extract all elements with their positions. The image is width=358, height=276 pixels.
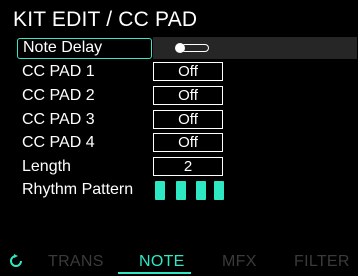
rhythm-step[interactable] [155,181,165,200]
cc-pad-4-value[interactable]: Off [153,133,223,152]
length-value[interactable]: 2 [153,157,223,176]
param-label: CC PAD 2 [22,87,95,104]
refresh-icon[interactable] [9,254,23,268]
cc-pad-3-value[interactable]: Off [153,110,223,129]
tab-mfx[interactable]: MFX [222,253,257,271]
cc-pad-2-value[interactable]: Off [153,86,223,105]
param-label: CC PAD 3 [22,111,95,128]
param-row-rhythm-pattern: Rhythm Pattern [17,180,217,200]
cc-pad-1-value[interactable]: Off [153,62,223,81]
param-label: Rhythm Pattern [22,181,134,198]
param-label: CC PAD 1 [22,63,95,80]
tab-note[interactable]: NOTE [139,253,185,271]
page-title: KIT EDIT / CC PAD [13,8,198,31]
param-row-note-delay[interactable]: Note Delay [17,38,152,59]
param-label: Length [22,158,71,175]
rhythm-step[interactable] [176,181,186,200]
tab-filter[interactable]: FILTER [294,253,350,271]
tab-trans[interactable]: TRANS [48,253,104,271]
param-label: Note Delay [23,39,103,56]
param-label: CC PAD 4 [22,134,95,151]
rhythm-step[interactable] [196,181,206,200]
toggle-switch-icon[interactable] [175,43,209,53]
rhythm-step[interactable] [214,181,224,200]
tab-bar: TRANS NOTE MFX FILTER [0,248,358,276]
active-tab-indicator [118,272,191,274]
